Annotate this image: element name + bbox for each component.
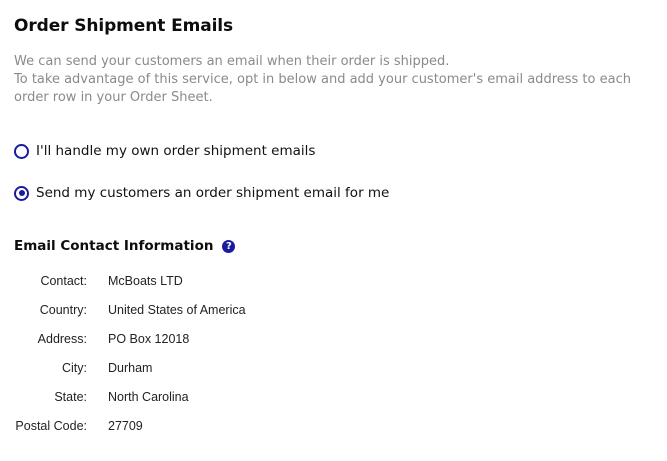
- description-line: order row in your Order Sheet.: [14, 90, 213, 105]
- field-label: Country:: [39, 303, 87, 317]
- contact-row: State: North Carolina: [14, 390, 246, 419]
- field-value: Durham: [108, 361, 153, 375]
- radio-label: Send my customers an order shipment emai…: [36, 185, 390, 201]
- page-title: Order Shipment Emails: [14, 16, 234, 36]
- field-value: 27709: [108, 419, 143, 433]
- contact-row: City: Durham: [14, 361, 246, 390]
- field-value: North Carolina: [108, 390, 189, 404]
- contact-row: Postal Code: 27709: [14, 419, 246, 448]
- field-label: City:: [62, 361, 87, 375]
- question-circle-icon[interactable]: ?: [222, 239, 236, 253]
- field-label: State:: [54, 390, 87, 404]
- radio-label: I'll handle my own order shipment emails: [36, 143, 316, 159]
- field-label: Address:: [37, 332, 87, 346]
- field-label: Postal Code:: [15, 419, 87, 433]
- radio-option-handle-own[interactable]: I'll handle my own order shipment emails: [14, 142, 315, 160]
- description-line: We can send your customers an email when…: [14, 54, 450, 69]
- radio-option-send-for-me[interactable]: Send my customers an order shipment emai…: [14, 184, 389, 202]
- radio-button-unchecked[interactable]: [14, 143, 29, 159]
- description-line: To take advantage of this service, opt i…: [14, 72, 631, 87]
- description: We can send your customers an email when…: [14, 53, 654, 107]
- radio-button-checked[interactable]: [14, 185, 29, 201]
- contact-section-heading: Email Contact Information ?: [14, 238, 236, 254]
- section-heading-text: Email Contact Information: [14, 238, 214, 254]
- field-value: PO Box 12018: [108, 332, 190, 346]
- contact-row: Address: PO Box 12018: [14, 332, 246, 361]
- contact-info-table: Contact: McBoats LTD Country: United Sta…: [14, 274, 246, 448]
- field-label: Contact:: [40, 274, 87, 288]
- field-value: United States of America: [108, 303, 246, 317]
- contact-row: Contact: McBoats LTD: [14, 274, 246, 303]
- field-value: McBoats LTD: [108, 274, 183, 288]
- contact-row: Country: United States of America: [14, 303, 246, 332]
